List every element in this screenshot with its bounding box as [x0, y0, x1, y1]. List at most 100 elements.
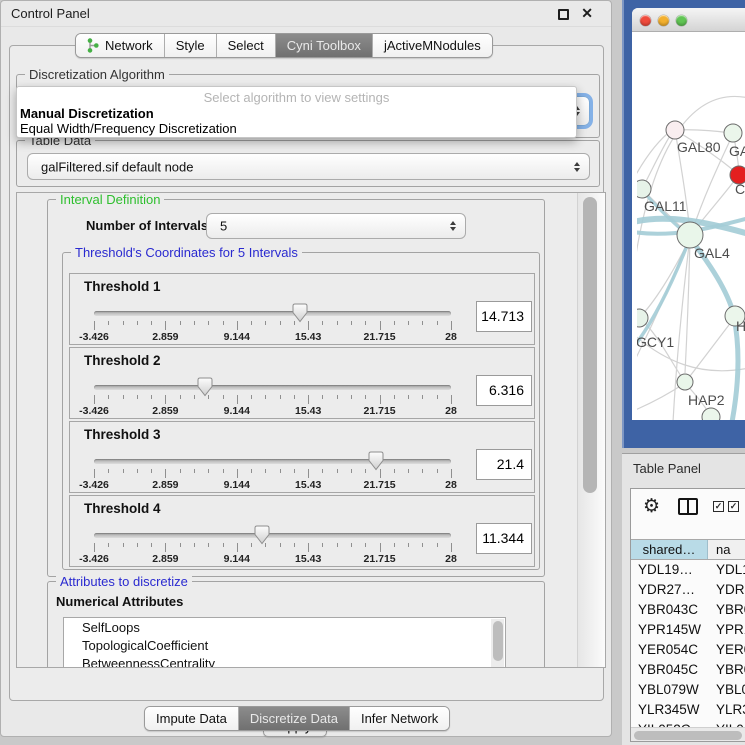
tick-mark: [237, 469, 238, 478]
table-rows: YDL19…YDL1YDR27…YDR2YBR043CYBR0YPR145WYP…: [631, 561, 745, 741]
threshold-box-3: Threshold 3-3.4262.8599.14415.4321.71528…: [69, 421, 535, 493]
edge: [642, 131, 673, 189]
table-row[interactable]: YER054CYER0: [631, 641, 745, 661]
tick-mark: [337, 321, 338, 325]
gear-icon[interactable]: ⚙: [643, 495, 660, 517]
table-row[interactable]: YLR345WYLR3: [631, 701, 745, 721]
slider-track[interactable]: [94, 459, 451, 464]
list-scrollbar-thumb[interactable]: [493, 621, 503, 661]
checkbox-icon[interactable]: ✓: [713, 501, 724, 512]
table-hscrollbar-thumb[interactable]: [634, 731, 742, 740]
tab-infer-network[interactable]: Infer Network: [350, 707, 449, 730]
numerical-attributes-label: Numerical Attributes: [56, 594, 183, 609]
table-data-combo[interactable]: galFiltered.sif default node: [27, 153, 590, 180]
attribute-item-betweennesscentrality[interactable]: BetweennessCentrality: [64, 654, 505, 668]
tick-label: 2.859: [152, 331, 178, 343]
tab-select[interactable]: Select: [217, 34, 276, 57]
cell-name: YER0: [716, 642, 745, 657]
tab-label-select: Select: [228, 38, 264, 53]
tick-label: 9.144: [224, 331, 250, 343]
tab-impute-data[interactable]: Impute Data: [145, 707, 239, 730]
table-row[interactable]: YPR145WYPR1: [631, 621, 745, 641]
tick-label: -3.426: [79, 405, 109, 417]
tick-mark: [94, 543, 95, 552]
tick-mark: [365, 395, 366, 399]
table-row[interactable]: YDL19…YDL1: [631, 561, 745, 581]
attribute-item-selfloops[interactable]: SelfLoops: [64, 618, 505, 636]
node-label-h: H: [736, 318, 745, 334]
table-row[interactable]: YBR045CYBR0: [631, 661, 745, 681]
tick-label: 9.144: [224, 479, 250, 491]
columns-icon[interactable]: [678, 498, 698, 515]
minimize-traffic-light-icon[interactable]: [658, 15, 669, 26]
table-panel: Table Panel ⚙ ✓ ✓ shared… na YDL19…YDL1Y…: [622, 453, 745, 745]
node-gal80[interactable]: [666, 121, 684, 139]
tab-style[interactable]: Style: [165, 34, 217, 57]
table-data-group: Table Data galFiltered.sif default node: [16, 140, 600, 187]
threshold-value-3[interactable]: 21.4: [476, 449, 532, 480]
scrollbar-track[interactable]: [577, 193, 605, 667]
node-label-hap2: HAP2: [688, 392, 725, 408]
table-row[interactable]: YBR043CYBR0: [631, 601, 745, 621]
table-hscrollbar[interactable]: [631, 727, 745, 741]
tab-jactivemnodules[interactable]: jActiveMNodules: [373, 34, 492, 57]
slider-track[interactable]: [94, 533, 451, 538]
tick-mark: [180, 469, 181, 473]
tab-network[interactable]: Network: [76, 34, 165, 57]
slider-ticks: [94, 543, 451, 553]
numerical-attributes-list[interactable]: SelfLoopsTopologicalCoefficientBetweenne…: [63, 617, 506, 668]
tick-label: 28: [445, 331, 457, 343]
float-window-icon[interactable]: [558, 9, 569, 20]
tab-label-infer-network: Infer Network: [361, 711, 438, 726]
attribute-item-topologicalcoefficient[interactable]: TopologicalCoefficient: [64, 636, 505, 654]
tab-cyni-toolbox[interactable]: Cyni Toolbox: [276, 34, 373, 57]
tick-mark: [251, 395, 252, 399]
tick-label: 15.43: [295, 479, 321, 491]
node-hap2[interactable]: [677, 374, 693, 390]
tick-label: 21.715: [364, 479, 396, 491]
tick-mark: [294, 469, 295, 473]
column-header-shared-name[interactable]: shared…: [631, 540, 708, 559]
slider-thumb[interactable]: [254, 525, 270, 545]
slider-thumb[interactable]: [197, 377, 213, 397]
close-icon[interactable]: ✕: [581, 5, 593, 22]
slider-track[interactable]: [94, 385, 451, 390]
tab-discretize-data[interactable]: Discretize Data: [239, 707, 350, 730]
threshold-value-1[interactable]: 14.713: [476, 301, 532, 332]
slider-track[interactable]: [94, 311, 451, 316]
column-header-name[interactable]: na: [708, 540, 745, 559]
slider-thumb[interactable]: [292, 303, 308, 323]
popup-option-manual-discretization[interactable]: Manual Discretization: [20, 106, 154, 121]
node-gal11[interactable]: [637, 180, 651, 198]
close-traffic-light-icon[interactable]: [640, 15, 651, 26]
threshold-value-2[interactable]: 6.316: [476, 375, 532, 406]
node-unlabeled[interactable]: [702, 408, 720, 420]
slider-ticks: [94, 321, 451, 331]
node-label-c: C: [735, 181, 745, 197]
table-row[interactable]: YBL079WYBL0: [631, 681, 745, 701]
network-canvas[interactable]: GAL80GACGAL11GAL4GCY1HHAP2: [637, 32, 745, 420]
tick-mark: [137, 321, 138, 325]
tick-mark: [451, 543, 452, 552]
tick-mark: [223, 543, 224, 547]
tick-mark: [180, 543, 181, 547]
table-row[interactable]: YDR27…YDR2: [631, 581, 745, 601]
tick-mark: [237, 321, 238, 330]
cell-shared-name: YLR345W: [638, 702, 700, 717]
number-of-intervals-combo[interactable]: 5: [206, 213, 466, 239]
popup-option-equal-width-frequency[interactable]: Equal Width/Frequency Discretization: [20, 121, 237, 136]
settings-scroll-pane: Interval Definition Number of Intervals …: [16, 192, 606, 668]
tick-label: 9.144: [224, 405, 250, 417]
slider-thumb[interactable]: [368, 451, 384, 471]
edge: [639, 244, 687, 318]
tick-label: 28: [445, 405, 457, 417]
checkbox-icon[interactable]: ✓: [728, 501, 739, 512]
node-ga[interactable]: [724, 124, 742, 142]
interval-definition-group: Interval Definition Number of Intervals …: [47, 199, 545, 577]
node-label-ga: GA: [729, 143, 745, 159]
scrollbar-thumb[interactable]: [583, 197, 597, 493]
threshold-value-4[interactable]: 11.344: [476, 523, 532, 554]
tick-mark: [194, 469, 195, 473]
zoom-traffic-light-icon[interactable]: [676, 15, 687, 26]
list-scrollbar[interactable]: [491, 619, 504, 668]
